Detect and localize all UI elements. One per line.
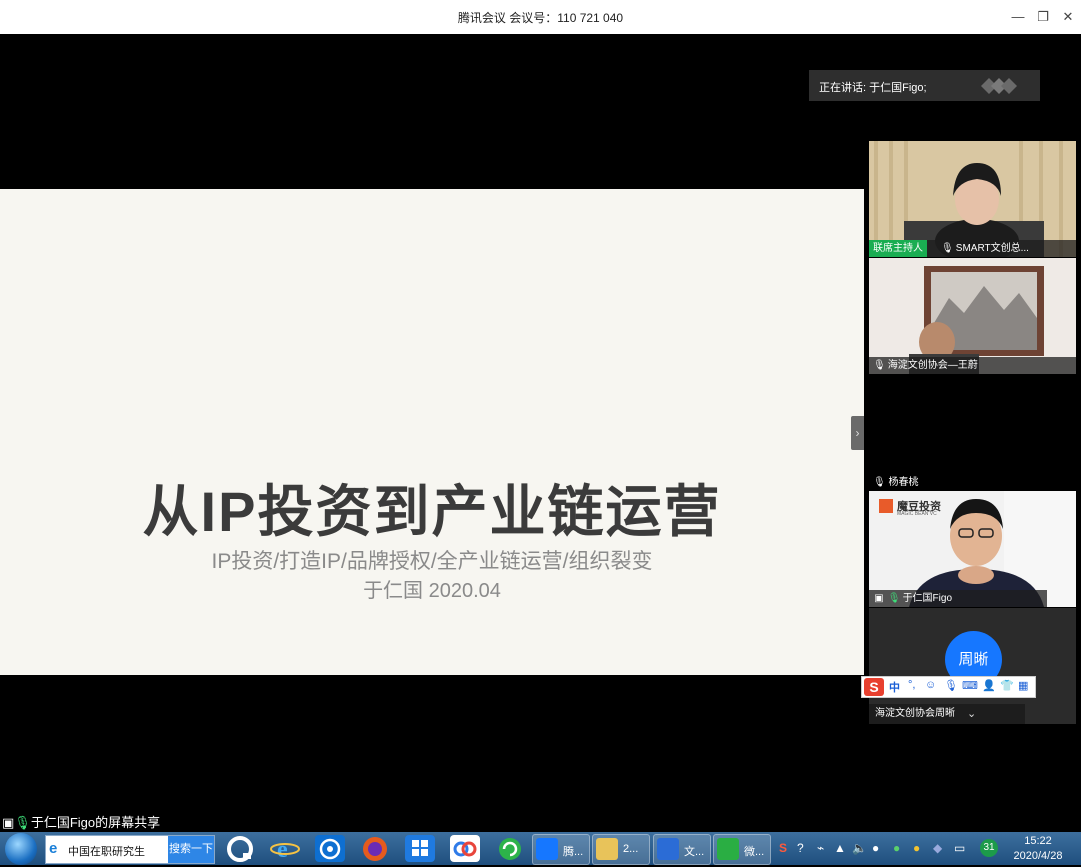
skin-icon[interactable]: 👕 <box>1000 679 1014 692</box>
collapse-panel-button[interactable]: › <box>851 416 864 450</box>
mic-muted-icon: 🎙 <box>941 243 954 254</box>
slide-author: 于仁国 2020.04 <box>363 580 501 602</box>
search-input[interactable]: 中国在职研究生 <box>68 843 145 859</box>
ime-tray-icon[interactable]: ⌁ <box>817 841 824 855</box>
participant-tile[interactable]: 联席主持人 🎙 SMART文创总... <box>869 141 1076 257</box>
toolbox-icon[interactable]: ▦ <box>1018 679 1028 692</box>
screen-share-icon: ▣ <box>2 815 15 830</box>
close-button[interactable]: ✕ <box>1057 6 1079 28</box>
windows-taskbar: e 中国在职研究生 搜索一下 e 腾... 2... 文... 微... S ?… <box>0 832 1081 865</box>
svg-text:e: e <box>277 837 288 862</box>
cloud-app-icon[interactable] <box>315 835 345 862</box>
sogou-tray-icon[interactable]: S <box>779 841 787 855</box>
participant-name: 海淀文创协会—王蔚 <box>887 360 978 371</box>
security-tray-icon[interactable]: ● <box>913 841 920 855</box>
chevron-right-icon: › <box>855 426 860 440</box>
sogou-logo-icon: S <box>864 678 884 696</box>
document-app-icon <box>657 838 679 860</box>
ime-toolbar[interactable]: S 中 °, ☺ 🎙 ⌨ 👤 👕 ▦ <box>861 676 1036 698</box>
show-hidden-icons-icon[interactable]: ▲ <box>834 841 846 855</box>
participant-tile[interactable]: 魔豆投资 MAGIC BEAN VC ▣ 🎙 于仁国Figo <box>869 491 1076 607</box>
participant-namebar: 海淀文创协会周晰 <box>869 704 1025 724</box>
help-tray-icon[interactable]: ? <box>797 841 804 855</box>
mic-icon: 🎙 <box>14 815 31 830</box>
firefox-icon[interactable] <box>360 835 390 862</box>
slide-title: 从IP投资到产业链运营 <box>142 480 722 543</box>
ie-icon: e <box>49 840 58 857</box>
taskbar-window-wechat[interactable]: 微... <box>713 834 771 865</box>
window-titlebar: 腾讯会议 会议号：110 721 040 — ❐ ✕ <box>0 0 1081 35</box>
participant-name: 海淀文创协会周晰 <box>875 708 955 719</box>
volume-icon[interactable]: 🔈 <box>852 841 867 855</box>
wechat-tray-icon[interactable]: ● <box>893 841 900 855</box>
participant-name: 于仁国Figo <box>902 593 953 604</box>
taskbar-window-tencent-meeting[interactable]: 腾... <box>532 834 590 865</box>
search-box[interactable]: e 中国在职研究生 搜索一下 <box>45 835 215 864</box>
network-tray-icon[interactable]: ▭ <box>954 841 965 855</box>
meeting-logo-icon <box>981 78 1017 94</box>
minimize-button[interactable]: — <box>1007 6 1029 28</box>
shared-screen-slide: 从IP投资到产业链运营 IP投资/打造IP/品牌授权/全产业链运营/组织裂变 于… <box>0 189 864 675</box>
baidu-netdisk-icon[interactable] <box>450 835 480 862</box>
brand-overlay-sub: MAGIC BEAN VC <box>897 511 937 517</box>
wechat-icon <box>717 838 739 860</box>
user-center-icon[interactable]: 👤 <box>982 679 996 692</box>
folder-icon <box>596 838 618 860</box>
taskbar-window-folder[interactable]: 2... <box>592 834 650 865</box>
clock-date: 2020/4/28 <box>1013 850 1063 862</box>
restore-button[interactable]: ❐ <box>1032 6 1054 28</box>
browser-icon[interactable] <box>225 835 255 862</box>
emoji-icon[interactable]: ☺ <box>925 679 936 691</box>
ime-mode-button[interactable]: 中 <box>889 679 900 695</box>
window-title: 腾讯会议 会议号：110 721 040 <box>457 11 624 25</box>
internet-explorer-icon[interactable]: e <box>270 835 300 863</box>
tencent-meeting-icon <box>536 838 558 860</box>
mic-icon: 🎙 <box>873 477 886 488</box>
refresh-app-icon[interactable] <box>495 835 525 862</box>
app-grid-icon[interactable] <box>405 835 435 862</box>
participant-tile[interactable]: 🎙 杨春桃 <box>869 472 1076 489</box>
participant-namebar: 联席主持人 🎙 SMART文创总... <box>869 240 1076 257</box>
taskbar-window-document[interactable]: 文... <box>653 834 711 865</box>
system-clock[interactable]: 15:22 2020/4/28 <box>1010 834 1066 864</box>
mic-icon: 🎙 <box>873 360 886 371</box>
participant-name: SMART文创总... <box>955 243 1029 254</box>
clock-time: 15:22 <box>1024 835 1052 847</box>
start-button[interactable] <box>5 833 37 865</box>
search-button[interactable]: 搜索一下 <box>168 836 214 863</box>
keyboard-icon[interactable]: ⌨ <box>962 679 978 692</box>
speaking-label: 正在讲话: 于仁国Figo; <box>819 82 927 94</box>
slide-subtitle: IP投资/打造IP/品牌授权/全产业链运营/组织裂变 <box>211 550 653 573</box>
participant-namebar: ▣ 🎙 于仁国Figo <box>869 590 1047 607</box>
voice-input-icon[interactable]: 🎙 <box>944 679 958 692</box>
chevron-down-icon[interactable]: ⌄ <box>967 707 976 720</box>
host-badge: 联席主持人 <box>869 240 927 257</box>
screen-share-icon: ▣ <box>874 593 884 604</box>
speaking-indicator: 正在讲话: 于仁国Figo; <box>809 70 1040 101</box>
ime-punct-button[interactable]: °, <box>908 679 915 691</box>
participant-name: 杨春桃 <box>888 477 919 488</box>
calendar-badge[interactable]: 31 <box>980 839 998 857</box>
mic-active-icon: 🎙 <box>887 593 901 604</box>
screen-share-label: ▣🎙于仁国Figo的屏幕共享 <box>2 815 161 830</box>
shield-tray-icon[interactable]: ◆ <box>933 841 942 855</box>
participant-namebar: 🎙 海淀文创协会—王蔚 <box>869 357 1076 374</box>
participant-tile[interactable]: 🎙 海淀文创协会—王蔚 <box>869 258 1076 374</box>
qq-tray-icon[interactable]: ● <box>872 841 879 855</box>
